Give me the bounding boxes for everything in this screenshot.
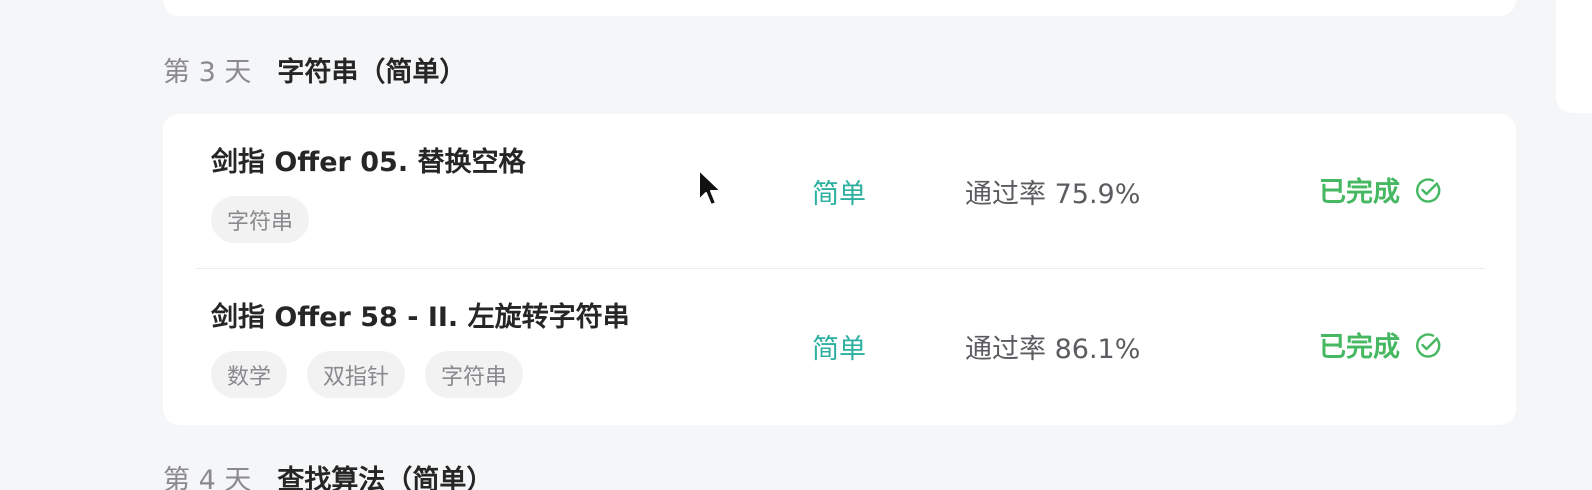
check-circle-icon	[1416, 177, 1441, 203]
problem-row[interactable]: 剑指 Offer 58 - II. 左旋转字符串 数学 双指针 字符串 简单 通…	[163, 269, 1516, 424]
pass-rate: 通过率 75.9%	[965, 179, 1141, 210]
previous-day-card	[163, 0, 1516, 16]
difficulty-label: 简单	[812, 334, 866, 365]
problem-row[interactable]: 剑指 Offer 05. 替换空格 字符串 简单 通过率 75.9% 已完成	[163, 114, 1516, 269]
tag[interactable]: 数学	[211, 351, 288, 398]
day-title: 字符串（简单）	[277, 56, 467, 88]
day-title: 查找算法（简单）	[277, 464, 494, 490]
day-header: 第 4 天 查找算法（简单）	[163, 457, 493, 490]
pass-rate: 通过率 86.1%	[965, 334, 1141, 365]
problem-title[interactable]: 剑指 Offer 05. 替换空格	[211, 140, 525, 179]
status-completed: 已完成	[1319, 325, 1442, 364]
tag[interactable]: 字符串	[211, 196, 310, 243]
day-label: 第 3 天	[163, 56, 252, 88]
day-label: 第 4 天	[163, 464, 252, 490]
tag-list: 数学 双指针 字符串	[211, 351, 524, 398]
day-header: 第 3 天 字符串（简单）	[163, 49, 466, 89]
tag[interactable]: 双指针	[307, 351, 406, 398]
problem-title[interactable]: 剑指 Offer 58 - II. 左旋转字符串	[211, 295, 630, 334]
status-text: 已完成	[1319, 332, 1400, 363]
tag-list: 字符串	[211, 196, 310, 243]
mouse-cursor-icon	[698, 169, 722, 206]
side-panel	[1556, 0, 1592, 113]
status-text: 已完成	[1319, 177, 1400, 208]
status-completed: 已完成	[1319, 170, 1442, 209]
difficulty-label: 简单	[812, 179, 866, 210]
problem-list-card: 剑指 Offer 05. 替换空格 字符串 简单 通过率 75.9% 已完成 剑…	[163, 114, 1516, 425]
tag[interactable]: 字符串	[425, 351, 524, 398]
check-circle-icon	[1416, 332, 1441, 358]
